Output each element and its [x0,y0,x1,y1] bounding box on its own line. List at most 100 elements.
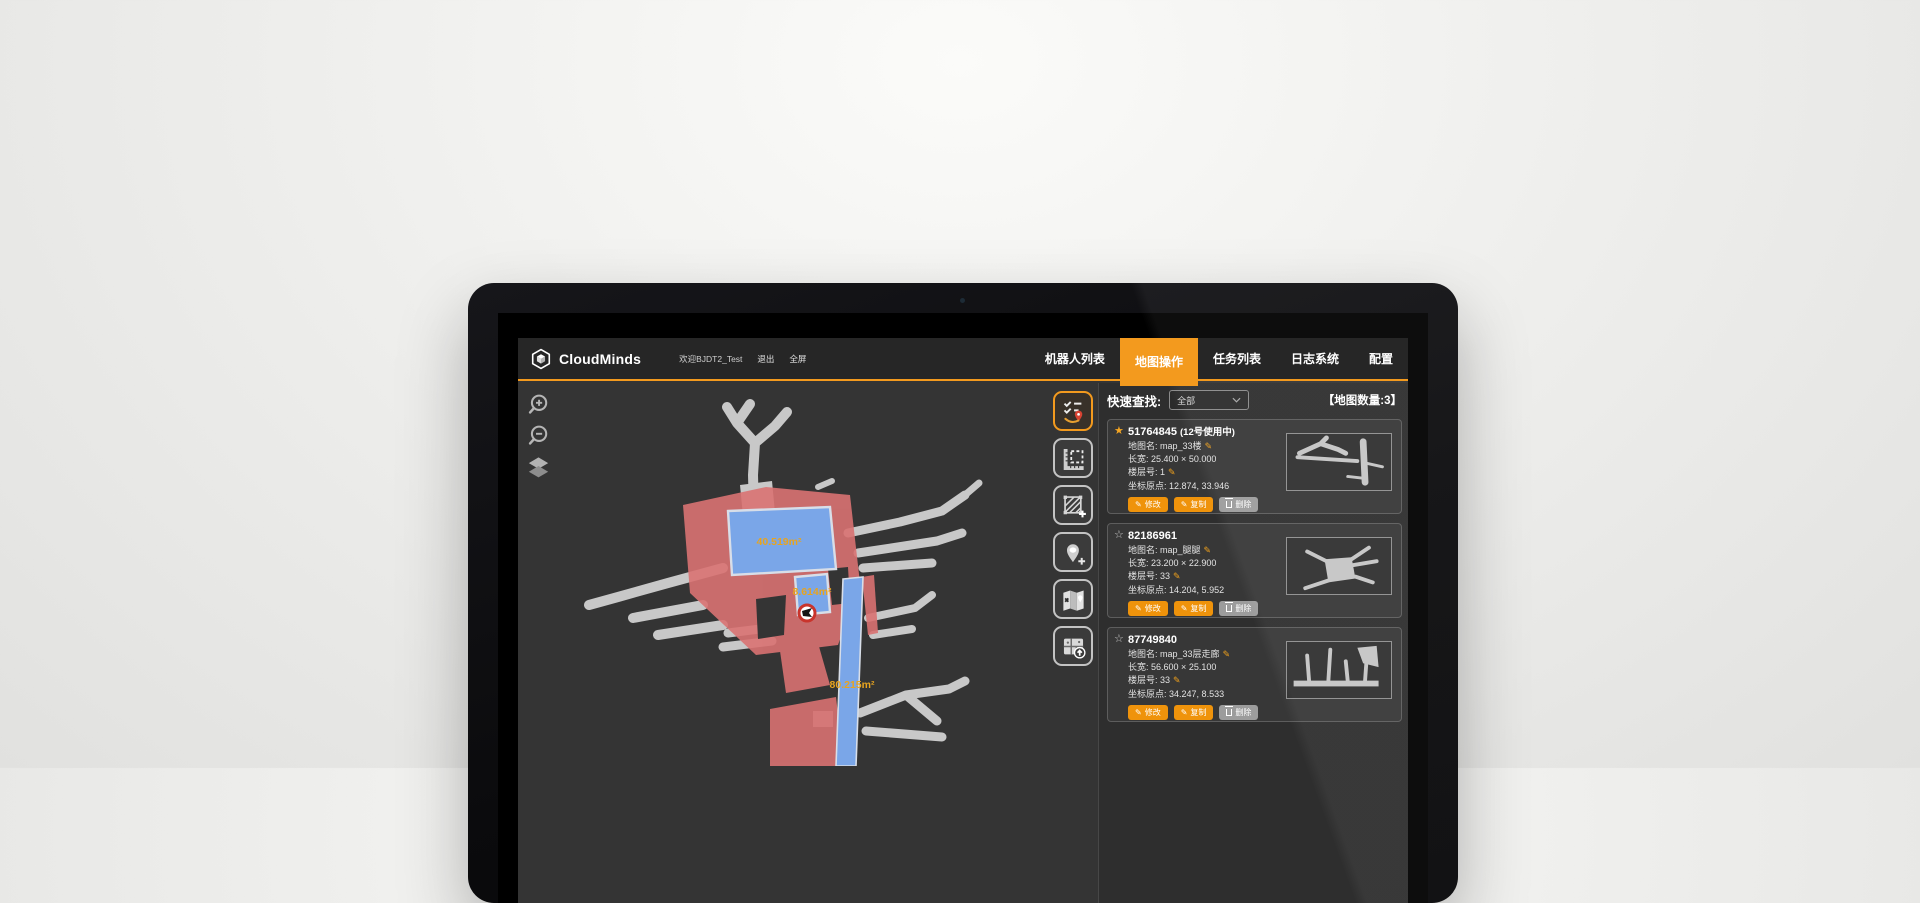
map-in-use-note: (12号使用中) [1180,427,1235,438]
brand: CloudMinds [530,348,641,370]
tool-add-position-point[interactable] [1053,532,1093,572]
edit-map-button[interactable]: ✎修改 [1128,601,1168,616]
tool-map-marker[interactable] [1053,579,1093,619]
delete-map-button[interactable]: 删除 [1219,601,1258,616]
pencil-icon: ✎ [1135,604,1142,613]
trash-icon [1226,709,1232,716]
map-thumbnail[interactable] [1286,641,1392,699]
map-thumbnail[interactable] [1286,433,1392,491]
copy-map-button[interactable]: ✎复制 [1174,497,1214,512]
delete-map-button[interactable]: 删除 [1219,497,1258,512]
nav-task-list[interactable]: 任务列表 [1198,338,1276,380]
map-card: ☆ 87749840 地图名: map_33层走廊✎ 长宽: 56.600 × … [1107,627,1402,722]
quick-find-label: 快速查找: [1107,391,1161,410]
map-name-value: map_33楼 [1160,441,1202,451]
map-size-value: 56.600 × 25.100 [1151,662,1216,672]
pencil-icon: ✎ [1135,708,1142,717]
map-card: ☆ 82186961 地图名: map_腿腿✎ 长宽: 23.200 × 22.… [1107,523,1402,618]
laptop-frame: CloudMinds 欢迎BJDT2_Test 退出 全屏 机器人列表 地图操作… [468,283,1458,903]
quick-find-select[interactable]: 全部 [1169,390,1249,410]
map-name-value: map_腿腿 [1160,545,1201,555]
layers-icon [526,454,551,479]
map-name-value: map_33层走廊 [1160,649,1220,659]
copy-map-button[interactable]: ✎复制 [1174,705,1214,720]
origin-label: 坐标原点: [1128,585,1167,595]
patrol-task-icon [1060,398,1087,425]
fullscreen-link[interactable]: 全屏 [789,353,806,365]
upload-map-icon [1060,633,1087,660]
nav-map-operations[interactable]: 地图操作 [1120,338,1198,386]
nav-configuration[interactable]: 配置 [1354,338,1408,380]
measure-area-icon [1060,445,1087,472]
nav-robot-list[interactable]: 机器人列表 [1030,338,1120,380]
map-thumbnail-image [1287,538,1391,594]
map-marker-icon [1060,586,1087,613]
logout-link[interactable]: 退出 [757,353,774,365]
map-canvas[interactable]: 40.519m² 8.614m² 80.215m² [518,383,1098,903]
star-icon[interactable]: ☆ [1114,632,1124,645]
map-gap [756,595,786,639]
zoom-in-icon [526,392,551,417]
map-id: 82186961 [1128,530,1177,542]
panel-header: 快速查找: 全部 【地图数量:3】 [1107,388,1402,412]
pencil-icon: ✎ [1181,604,1188,613]
map-name-label: 地图名: [1128,545,1158,555]
area-label-3: 80.215m² [830,679,875,691]
floor-label: 楼层号: [1128,675,1158,685]
edit-name-pencil-icon[interactable]: ✎ [1204,545,1212,555]
cloudminds-logo-icon [530,348,552,370]
area-label-1: 40.519m² [757,536,802,548]
origin-label: 坐标原点: [1128,481,1167,491]
map-thumbnail-image [1287,642,1391,698]
map-list-panel: 快速查找: 全部 【地图数量:3】 ★ 51764845 [1098,383,1408,903]
map-size-label: 长宽: [1128,454,1149,464]
edit-name-pencil-icon[interactable]: ✎ [1223,649,1231,659]
map-thumbnail[interactable] [1286,537,1392,595]
map-controls [526,392,551,479]
edit-map-button[interactable]: ✎修改 [1128,497,1168,512]
edit-floor-pencil-icon[interactable]: ✎ [1168,467,1176,477]
add-position-point-icon [1060,539,1087,566]
welcome-text: 欢迎BJDT2_Test [679,353,742,365]
tool-patrol-task[interactable] [1053,391,1093,431]
zoom-in-button[interactable] [526,392,551,417]
edit-name-pencil-icon[interactable]: ✎ [1205,441,1213,451]
map-count-badge: 【地图数量:3】 [1323,392,1402,408]
brand-name: CloudMinds [559,351,641,367]
chevron-down-icon [1232,397,1241,403]
map-id: 87749840 [1128,634,1177,646]
nav-log-system[interactable]: 日志系统 [1276,338,1354,380]
pencil-icon: ✎ [1135,500,1142,509]
floor-map-svg: 40.519m² 8.614m² 80.215m² [518,383,1098,766]
tool-upload-map[interactable] [1053,626,1093,666]
map-toolbar [1053,391,1093,666]
star-icon[interactable]: ★ [1114,424,1124,437]
main-nav: 机器人列表 地图操作 任务列表 日志系统 配置 [1030,338,1408,380]
app-window: CloudMinds 欢迎BJDT2_Test 退出 全屏 机器人列表 地图操作… [518,338,1408,903]
edit-floor-pencil-icon[interactable]: ✎ [1173,571,1181,581]
delete-map-button[interactable]: 删除 [1219,705,1258,720]
tool-add-virtual-wall[interactable] [1053,485,1093,525]
tool-measure-area[interactable] [1053,438,1093,478]
star-icon[interactable]: ☆ [1114,528,1124,541]
origin-label: 坐标原点: [1128,689,1167,699]
map-size-label: 长宽: [1128,558,1149,568]
layers-button[interactable] [526,454,551,479]
edit-floor-pencil-icon[interactable]: ✎ [1173,675,1181,685]
edit-map-button[interactable]: ✎修改 [1128,705,1168,720]
zoom-out-button[interactable] [526,423,551,448]
area-label-2: 8.614m² [792,586,832,598]
map-thumbnail-image [1287,434,1391,490]
pencil-icon: ✎ [1181,708,1188,717]
copy-map-button[interactable]: ✎复制 [1174,601,1214,616]
map-id: 51764845 [1128,426,1177,438]
map-card: ★ 51764845 (12号使用中) 地图名: map_33楼✎ 长宽: 25… [1107,419,1402,514]
app-header: CloudMinds 欢迎BJDT2_Test 退出 全屏 机器人列表 地图操作… [518,338,1408,381]
trash-icon [1226,605,1232,612]
floor-value: 1 [1160,467,1165,477]
laptop-screen: CloudMinds 欢迎BJDT2_Test 退出 全屏 机器人列表 地图操作… [498,313,1428,903]
origin-value: 12.874, 33.946 [1169,481,1229,491]
trash-icon [1226,501,1232,508]
main-content: 40.519m² 8.614m² 80.215m² [518,383,1408,903]
map-size-value: 23.200 × 22.900 [1151,558,1216,568]
